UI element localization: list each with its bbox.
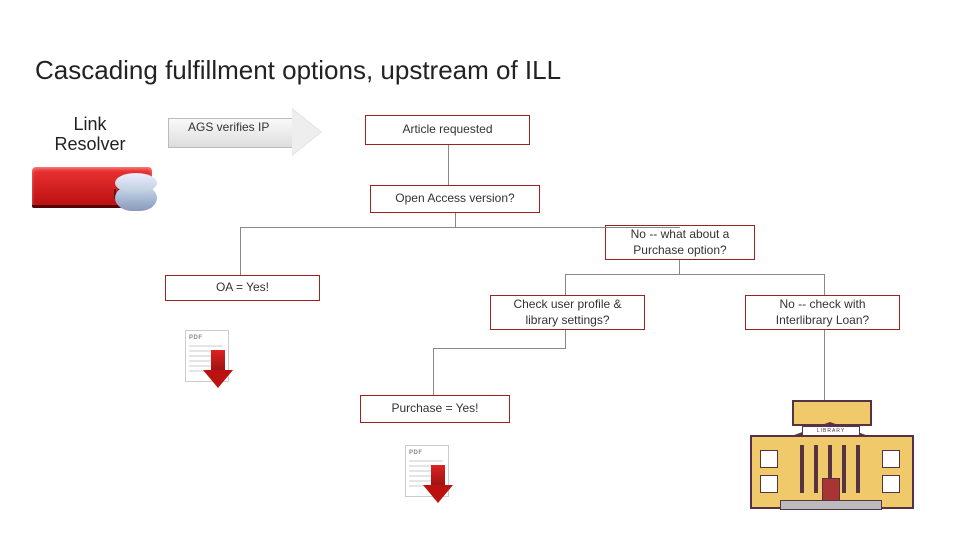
connector [240, 227, 241, 275]
node-no-purchase-question: No -- what about a Purchase option? [605, 225, 755, 260]
connector [565, 274, 566, 295]
download-arrow-icon [203, 350, 233, 390]
node-no-ill: No -- check with Interlibrary Loan? [745, 295, 900, 330]
node-article-requested: Article requested [365, 115, 530, 145]
library-building-icon: LIBRARY [750, 400, 910, 505]
node-oa-yes: OA = Yes! [165, 275, 320, 301]
connector [433, 348, 434, 395]
connector [240, 227, 680, 228]
node-open-access-question: Open Access version? [370, 185, 540, 213]
connector [565, 330, 566, 348]
connector [679, 260, 680, 274]
connector [824, 274, 825, 295]
connector [455, 213, 456, 227]
connector [433, 348, 566, 349]
ags-verifies-ip-label: AGS verifies IP [188, 120, 269, 134]
download-arrow-icon [423, 465, 453, 505]
link-resolver-label: Link Resolver [45, 115, 135, 155]
connector [565, 274, 825, 275]
database-icon [115, 185, 157, 211]
connector [824, 330, 825, 400]
node-check-profile: Check user profile & library settings? [490, 295, 645, 330]
node-purchase-yes: Purchase = Yes! [360, 395, 510, 423]
slide-title: Cascading fulfillment options, upstream … [35, 55, 561, 86]
connector [448, 145, 449, 185]
